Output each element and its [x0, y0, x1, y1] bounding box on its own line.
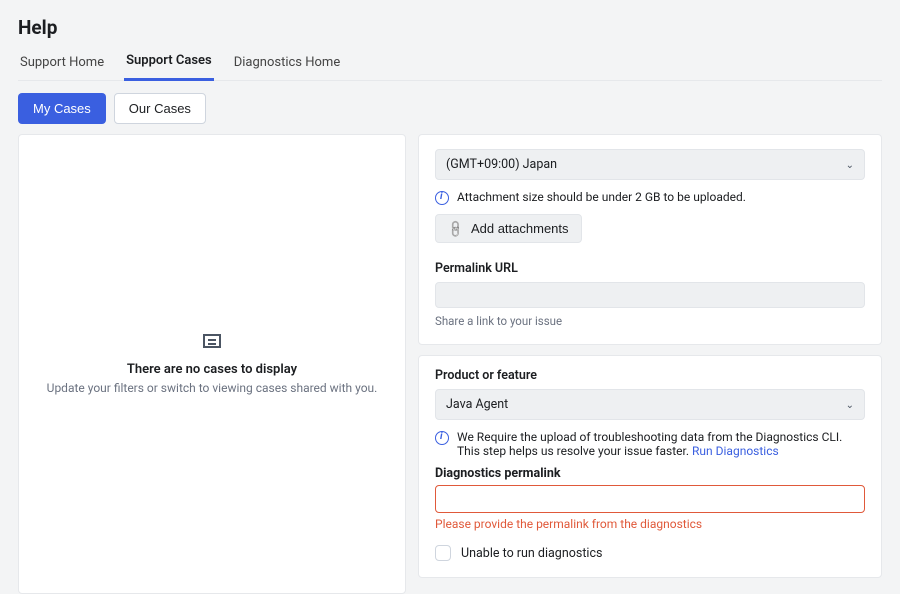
add-attachments-button[interactable]: Add attachments: [435, 214, 582, 243]
cases-list-pane: There are no cases to display Update you…: [18, 134, 406, 594]
tab-bar: Support Home Support Cases Diagnostics H…: [18, 53, 882, 81]
chevron-down-icon: [846, 397, 854, 412]
info-icon: [435, 431, 449, 445]
run-diagnostics-link[interactable]: Run Diagnostics: [692, 444, 779, 458]
case-form-card-1: (GMT+09:00) Japan Attachment size should…: [418, 134, 882, 345]
tab-support-cases[interactable]: Support Cases: [124, 53, 214, 81]
unable-row: Unable to run diagnostics: [435, 545, 865, 561]
product-select[interactable]: Java Agent: [435, 389, 865, 420]
tab-support-home[interactable]: Support Home: [18, 55, 106, 80]
cases-empty-icon: [203, 334, 221, 348]
chevron-down-icon: [846, 157, 854, 172]
attachment-info-row: Attachment size should be under 2 GB to …: [435, 190, 865, 204]
paperclip-icon: [448, 221, 463, 236]
diagnostics-permalink-input[interactable]: [435, 485, 865, 513]
empty-state: There are no cases to display Update you…: [47, 334, 378, 395]
my-cases-button[interactable]: My Cases: [18, 93, 106, 124]
case-toggle: My Cases Our Cases: [18, 93, 882, 124]
product-value: Java Agent: [446, 397, 508, 412]
product-label: Product or feature: [435, 368, 865, 383]
permalink-url-hint: Share a link to your issue: [435, 314, 865, 328]
unable-checkbox[interactable]: [435, 545, 451, 561]
add-attachments-label: Add attachments: [471, 221, 569, 236]
empty-subtext: Update your filters or switch to viewing…: [47, 381, 378, 395]
diagnostics-permalink-label: Diagnostics permalink: [435, 466, 865, 481]
empty-heading: There are no cases to display: [47, 362, 378, 377]
tab-diagnostics-home[interactable]: Diagnostics Home: [232, 55, 343, 80]
diagnostics-permalink-error: Please provide the permalink from the di…: [435, 517, 865, 531]
attachment-info-text: Attachment size should be under 2 GB to …: [457, 190, 746, 204]
timezone-select[interactable]: (GMT+09:00) Japan: [435, 149, 865, 180]
permalink-url-label: Permalink URL: [435, 261, 865, 276]
our-cases-button[interactable]: Our Cases: [114, 93, 206, 124]
unable-label: Unable to run diagnostics: [461, 546, 602, 561]
timezone-value: (GMT+09:00) Japan: [446, 157, 557, 172]
diagnostics-info-body: We Require the upload of troubleshooting…: [457, 430, 842, 458]
page-title: Help: [18, 16, 882, 39]
diagnostics-info-text: We Require the upload of troubleshooting…: [457, 430, 865, 458]
diagnostics-info-row: We Require the upload of troubleshooting…: [435, 430, 865, 458]
case-form-card-2: Product or feature Java Agent We Require…: [418, 355, 882, 578]
permalink-url-input[interactable]: [435, 282, 865, 308]
info-icon: [435, 191, 449, 205]
